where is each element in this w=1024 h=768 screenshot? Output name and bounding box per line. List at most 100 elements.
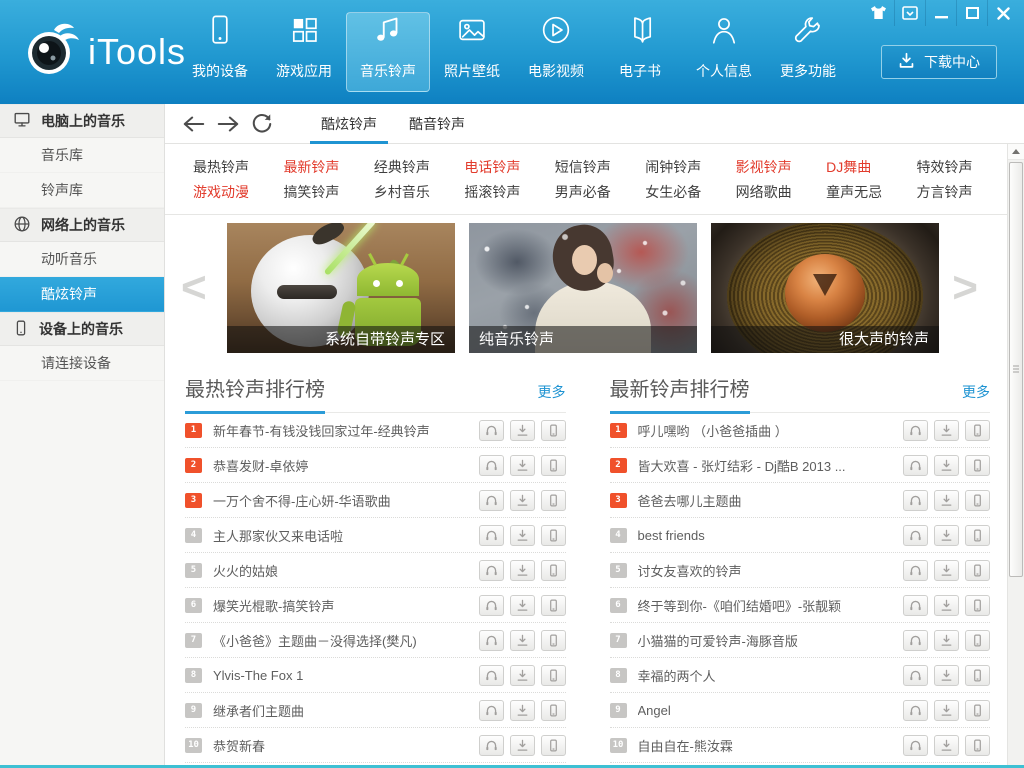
category-link[interactable]: 乡村音乐	[374, 182, 464, 202]
nav-game-apps[interactable]: 游戏应用	[262, 12, 346, 92]
download-button[interactable]	[510, 420, 535, 441]
download-button[interactable]	[934, 420, 959, 441]
import-to-device-button[interactable]	[541, 700, 566, 721]
download-button[interactable]	[934, 525, 959, 546]
category-link[interactable]: 影视铃声	[736, 157, 826, 177]
listen-button[interactable]	[479, 525, 504, 546]
nav-ebook[interactable]: 电子书	[598, 12, 682, 92]
category-link[interactable]: 摇滚铃声	[464, 182, 554, 202]
download-button[interactable]	[934, 700, 959, 721]
import-to-device-button[interactable]	[965, 630, 990, 651]
category-link[interactable]: 闹钟铃声	[645, 157, 735, 177]
listen-button[interactable]	[479, 490, 504, 511]
category-link[interactable]: 网络歌曲	[736, 182, 826, 202]
nav-photo-wallpaper[interactable]: 照片壁纸	[430, 12, 514, 92]
listen-button[interactable]	[479, 455, 504, 476]
listen-button[interactable]	[903, 525, 928, 546]
listen-button[interactable]	[903, 595, 928, 616]
category-link[interactable]: 短信铃声	[555, 157, 645, 177]
nav-personal-info[interactable]: 个人信息	[682, 12, 766, 92]
listen-button[interactable]	[479, 700, 504, 721]
import-to-device-button[interactable]	[965, 665, 990, 686]
banner-system-ringtones[interactable]: 系统自带铃声专区	[227, 223, 455, 353]
download-button[interactable]	[510, 630, 535, 651]
import-to-device-button[interactable]	[965, 595, 990, 616]
download-button[interactable]	[510, 665, 535, 686]
category-link[interactable]: 女生必备	[645, 182, 735, 202]
listen-button[interactable]	[903, 700, 928, 721]
import-to-device-button[interactable]	[965, 525, 990, 546]
listen-button[interactable]	[903, 420, 928, 441]
nav-more-features[interactable]: 更多功能	[766, 12, 850, 92]
more-link[interactable]: 更多	[962, 382, 990, 412]
category-link[interactable]: 特效铃声	[917, 157, 1007, 177]
download-button[interactable]	[510, 560, 535, 581]
import-to-device-button[interactable]	[541, 560, 566, 581]
listen-button[interactable]	[903, 735, 928, 756]
category-link[interactable]: 最热铃声	[193, 157, 283, 177]
download-button[interactable]	[510, 735, 535, 756]
category-link[interactable]: 男声必备	[555, 182, 645, 202]
download-button[interactable]	[934, 595, 959, 616]
import-to-device-button[interactable]	[541, 665, 566, 686]
carousel-next-icon[interactable]: >	[952, 266, 978, 310]
sidebar-item-connect-device[interactable]: 请连接设备	[0, 346, 164, 381]
listen-button[interactable]	[903, 560, 928, 581]
listen-button[interactable]	[903, 630, 928, 651]
category-link[interactable]: 童声无忌	[826, 182, 916, 202]
download-button[interactable]	[510, 525, 535, 546]
nav-music-ringtones[interactable]: 音乐铃声	[346, 12, 430, 92]
listen-button[interactable]	[479, 560, 504, 581]
vertical-scrollbar[interactable]	[1007, 144, 1024, 765]
nav-my-device[interactable]: 我的设备	[178, 12, 262, 92]
import-to-device-button[interactable]	[965, 455, 990, 476]
import-to-device-button[interactable]	[965, 700, 990, 721]
refresh-icon[interactable]	[245, 108, 279, 140]
more-link[interactable]: 更多	[538, 382, 566, 412]
download-button[interactable]	[934, 735, 959, 756]
carousel-prev-icon[interactable]: <	[181, 266, 207, 310]
nav-movies-video[interactable]: 电影视频	[514, 12, 598, 92]
banner-loud-ringtones[interactable]: 很大声的铃声	[711, 223, 939, 353]
menu-icon[interactable]	[894, 0, 925, 26]
tab-kuyin-ringtones[interactable]: 酷音铃声	[393, 104, 481, 144]
listen-button[interactable]	[479, 665, 504, 686]
category-link[interactable]: DJ舞曲	[826, 157, 916, 177]
listen-button[interactable]	[903, 490, 928, 511]
sidebar-item-cool-ringtones[interactable]: 酷炫铃声	[0, 277, 164, 312]
import-to-device-button[interactable]	[965, 735, 990, 756]
download-button[interactable]	[934, 490, 959, 511]
import-to-device-button[interactable]	[541, 420, 566, 441]
forward-icon[interactable]	[211, 108, 245, 140]
download-center-button[interactable]: 下载中心	[881, 45, 997, 79]
download-button[interactable]	[934, 455, 959, 476]
download-button[interactable]	[934, 560, 959, 581]
scrollbar-thumb[interactable]	[1009, 162, 1023, 577]
import-to-device-button[interactable]	[541, 630, 566, 651]
skin-icon[interactable]	[863, 0, 894, 26]
import-to-device-button[interactable]	[965, 490, 990, 511]
download-button[interactable]	[510, 595, 535, 616]
download-button[interactable]	[510, 490, 535, 511]
sidebar-item-music-library[interactable]: 音乐库	[0, 138, 164, 173]
back-icon[interactable]	[177, 108, 211, 140]
import-to-device-button[interactable]	[541, 735, 566, 756]
close-icon[interactable]	[987, 0, 1018, 26]
category-link[interactable]: 经典铃声	[374, 157, 464, 177]
category-link[interactable]: 搞笑铃声	[283, 182, 373, 202]
download-button[interactable]	[934, 665, 959, 686]
download-button[interactable]	[934, 630, 959, 651]
import-to-device-button[interactable]	[541, 525, 566, 546]
listen-button[interactable]	[903, 665, 928, 686]
import-to-device-button[interactable]	[541, 595, 566, 616]
download-button[interactable]	[510, 700, 535, 721]
tab-cool-ringtones[interactable]: 酷炫铃声	[305, 104, 393, 144]
listen-button[interactable]	[479, 595, 504, 616]
listen-button[interactable]	[479, 735, 504, 756]
scroll-up-icon[interactable]	[1008, 144, 1024, 160]
import-to-device-button[interactable]	[541, 455, 566, 476]
listen-button[interactable]	[903, 455, 928, 476]
download-button[interactable]	[510, 455, 535, 476]
listen-button[interactable]	[479, 630, 504, 651]
category-link[interactable]: 电话铃声	[464, 157, 554, 177]
